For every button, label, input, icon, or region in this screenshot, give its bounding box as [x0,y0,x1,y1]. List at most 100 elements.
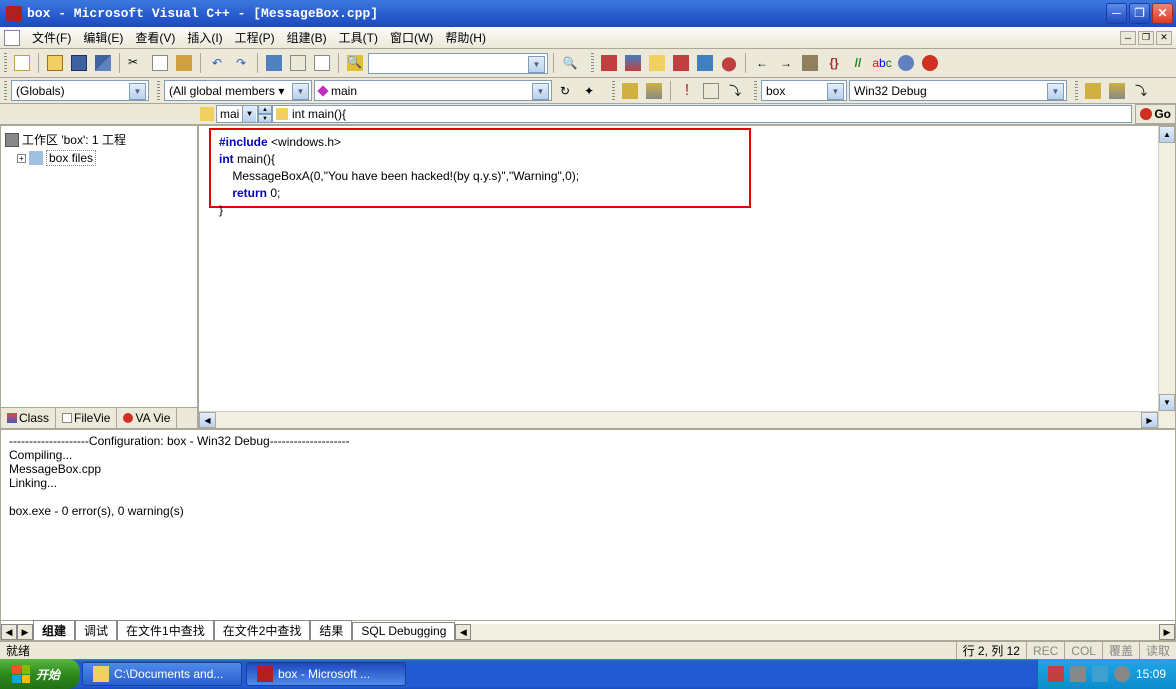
tree-workspace-row[interactable]: 工作区 'box': 1 工程 [5,130,193,149]
file-crumb-combo[interactable]: mai [216,105,258,123]
crumb-up-button[interactable]: ▲ [258,105,272,114]
undo-button[interactable]: ↶ [206,52,228,74]
build-button[interactable] [622,52,644,74]
output-tab-debug[interactable]: 调试 [75,620,117,640]
braces-button[interactable]: {} [823,52,845,74]
maximize-button[interactable]: ❐ [1129,3,1150,24]
scroll-right-button[interactable]: ▶ [1141,412,1158,428]
build-selection-button[interactable] [619,80,641,102]
code-editor[interactable]: #include <windows.h> int main(){ Message… [198,125,1176,429]
output-horizontal-scrollbar[interactable]: ◀ ▶ [455,624,1175,640]
scroll-right-button[interactable]: ▶ [1159,624,1175,640]
comment-button[interactable]: // [847,52,869,74]
new-file-button[interactable] [11,52,33,74]
save-button[interactable] [68,52,90,74]
arrange-button[interactable]: ⤵ [1130,80,1152,102]
toolbar-grip[interactable] [4,81,7,101]
redo-button[interactable]: ↷ [230,52,252,74]
go-button[interactable]: Go [1135,104,1176,124]
output-tab-find2[interactable]: 在文件2中查找 [214,620,311,640]
minimize-button[interactable]: ─ [1106,3,1127,24]
compile-button[interactable] [598,52,620,74]
execute-button[interactable] [670,52,692,74]
tray-shield-icon[interactable] [1048,666,1064,682]
config-combo[interactable]: Win32 Debug [849,80,1067,101]
menu-insert[interactable]: 插入(I) [181,27,228,48]
abc-button[interactable]: abc [871,52,893,74]
scroll-left-button[interactable]: ◀ [455,624,471,640]
tray-network-icon[interactable] [1092,666,1108,682]
run-button[interactable]: ! [676,80,698,102]
toolbar-grip[interactable] [157,81,160,101]
menu-build[interactable]: 组建(B) [281,27,333,48]
build-output-text[interactable]: --------------------Configuration: box -… [1,430,1175,620]
output-tab-sql[interactable]: SQL Debugging [352,622,455,640]
output-tab-prev-button[interactable]: ◀ [1,624,17,640]
tray-clock[interactable]: 15:09 [1136,667,1166,681]
menu-edit[interactable]: 编辑(E) [77,27,129,48]
solution-combo[interactable]: box [761,80,847,101]
menu-view[interactable]: 查看(V) [129,27,181,48]
toolbar-grip[interactable] [612,81,615,101]
build-solution-button[interactable] [643,80,665,102]
output-tab-next-button[interactable]: ▶ [17,624,33,640]
start-button[interactable]: 开始 [0,659,80,689]
debug-button[interactable] [700,80,722,102]
crumb-down-button[interactable]: ▼ [258,114,272,123]
output-tab-results[interactable]: 结果 [310,620,352,640]
paste-button[interactable] [173,52,195,74]
breakpoint-button[interactable]: ⬤ [718,52,740,74]
menu-help[interactable]: 帮助(H) [439,27,492,48]
refresh-button[interactable]: ↻ [554,80,576,102]
menu-file[interactable]: 文件(F) [26,27,77,48]
tomato-icon[interactable] [919,52,941,74]
function-crumb[interactable]: int main(){ [272,105,1132,123]
output-tab-build[interactable]: 组建 [33,620,75,640]
editor-horizontal-scrollbar[interactable]: ◀ ▶ [199,411,1158,428]
cut-button[interactable]: ✂ [125,52,147,74]
go-button[interactable] [694,52,716,74]
sidebar-tab-class[interactable]: Class [1,408,56,428]
mdi-restore-button[interactable]: ❐ [1138,31,1154,45]
taskbar-item-explorer[interactable]: C:\Documents and... [82,662,242,686]
save-all-button[interactable] [92,52,114,74]
window-list-button[interactable] [311,52,333,74]
step-right-button[interactable]: → [775,52,797,74]
wizard-button[interactable]: ✦ [578,80,600,102]
tree-project-row[interactable]: + box files [5,149,193,167]
menu-tools[interactable]: 工具(T) [333,27,384,48]
cascade-button[interactable] [1106,80,1128,102]
scroll-up-button[interactable]: ▲ [1159,126,1175,143]
toolbar-grip[interactable] [754,81,757,101]
expand-icon[interactable]: + [17,154,26,163]
mdi-close-button[interactable]: ✕ [1156,31,1172,45]
tray-volume-icon[interactable] [1114,666,1130,682]
sidebar-tab-va[interactable]: VA Vie [117,408,177,428]
search-button[interactable]: 🔍 [559,52,581,74]
step-left-button[interactable]: ← [751,52,773,74]
open-file-button[interactable] [44,52,66,74]
menu-window[interactable]: 窗口(W) [384,27,439,48]
scope-combo[interactable]: (Globals) [11,80,149,101]
output-tab-find1[interactable]: 在文件1中查找 [117,620,214,640]
function-combo[interactable]: main [314,80,552,101]
nav-button[interactable] [799,52,821,74]
tile-button[interactable] [1082,80,1104,102]
output-button[interactable] [287,52,309,74]
system-tray[interactable]: 15:09 [1037,659,1176,689]
close-button[interactable]: ✕ [1152,3,1173,24]
workspace-tree[interactable]: 工作区 'box': 1 工程 + box files [1,126,197,407]
tray-vm-icon[interactable] [1070,666,1086,682]
find-combo[interactable] [368,53,548,74]
scroll-left-button[interactable]: ◀ [199,412,216,428]
editor-vertical-scrollbar[interactable]: ▲ ▼ [1158,126,1175,428]
find-in-files-button[interactable]: 🔍 [344,52,366,74]
scroll-down-button[interactable]: ▼ [1159,394,1175,411]
mdi-minimize-button[interactable]: ─ [1120,31,1136,45]
toolbar-grip[interactable] [591,53,594,73]
workspace-button[interactable] [263,52,285,74]
toolbar-grip[interactable] [1075,81,1078,101]
members-combo[interactable]: (All global members ▾ [164,80,312,101]
stop-build-button[interactable] [646,52,668,74]
taskbar-item-vc[interactable]: box - Microsoft ... [246,662,406,686]
